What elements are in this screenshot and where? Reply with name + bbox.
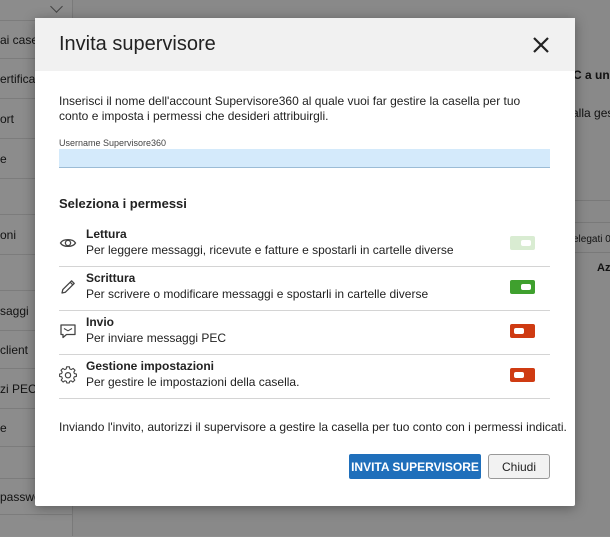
authorization-note: Inviando l'invito, autorizzi il supervis… (59, 420, 567, 434)
toggle-invio[interactable] (510, 324, 535, 338)
toggle-scrittura[interactable] (510, 280, 535, 294)
close-dialog-button[interactable]: Chiudi (488, 454, 550, 479)
close-icon (533, 37, 549, 53)
permission-description: Per scrivere o modificare messaggi e spo… (86, 287, 429, 301)
dialog-title: Invita supervisore (59, 33, 216, 55)
divider (573, 252, 610, 253)
permission-row-scrittura: Scrittura Per scrivere o modificare mess… (59, 266, 550, 311)
toggle-gestione-impostazioni[interactable] (510, 368, 535, 382)
table-column-header: Az (597, 262, 610, 274)
message-icon (60, 324, 76, 339)
permission-description: Per inviare messaggi PEC (86, 331, 227, 345)
chevron-down-icon (50, 0, 63, 13)
invite-supervisor-dialog: Invita supervisore Inserisci il nome del… (35, 18, 575, 506)
background-heading: C a un (573, 68, 610, 82)
invite-supervisor-button[interactable]: INVITA SUPERVISORE (349, 454, 481, 479)
pencil-icon (61, 280, 75, 294)
permission-description: Per gestire le impostazioni della casell… (86, 375, 300, 389)
eye-icon (59, 238, 77, 248)
permissions-title: Seleziona i permessi (59, 196, 187, 211)
close-button[interactable] (529, 34, 553, 56)
username-label: Username Supervisore360 (59, 138, 167, 148)
dialog-header: Invita supervisore (35, 18, 575, 71)
permission-row-gestione-impostazioni: Gestione impostazioni Per gestire le imp… (59, 354, 550, 399)
permission-row-lettura: Lettura Per leggere messaggi, ricevute e… (59, 222, 550, 267)
permission-name: Scrittura (86, 271, 136, 285)
background-subtext: alla ges (572, 106, 610, 120)
permission-name: Invio (86, 315, 115, 329)
permission-description: Per leggere messaggi, ricevute e fatture… (86, 243, 454, 257)
delegati-count: elegati 0 (573, 234, 610, 245)
username-input[interactable] (59, 149, 550, 168)
permission-row-invio: Invio Per inviare messaggi PEC (59, 310, 550, 355)
permission-name: Gestione impostazioni (86, 359, 215, 373)
divider (573, 222, 610, 223)
gear-icon (59, 366, 77, 384)
toggle-lettura[interactable] (510, 236, 535, 250)
sidebar-item[interactable] (0, 514, 72, 537)
divider (573, 200, 610, 201)
permission-name: Lettura (86, 227, 127, 241)
dialog-intro-text: Inserisci il nome dell'account Superviso… (59, 94, 521, 123)
